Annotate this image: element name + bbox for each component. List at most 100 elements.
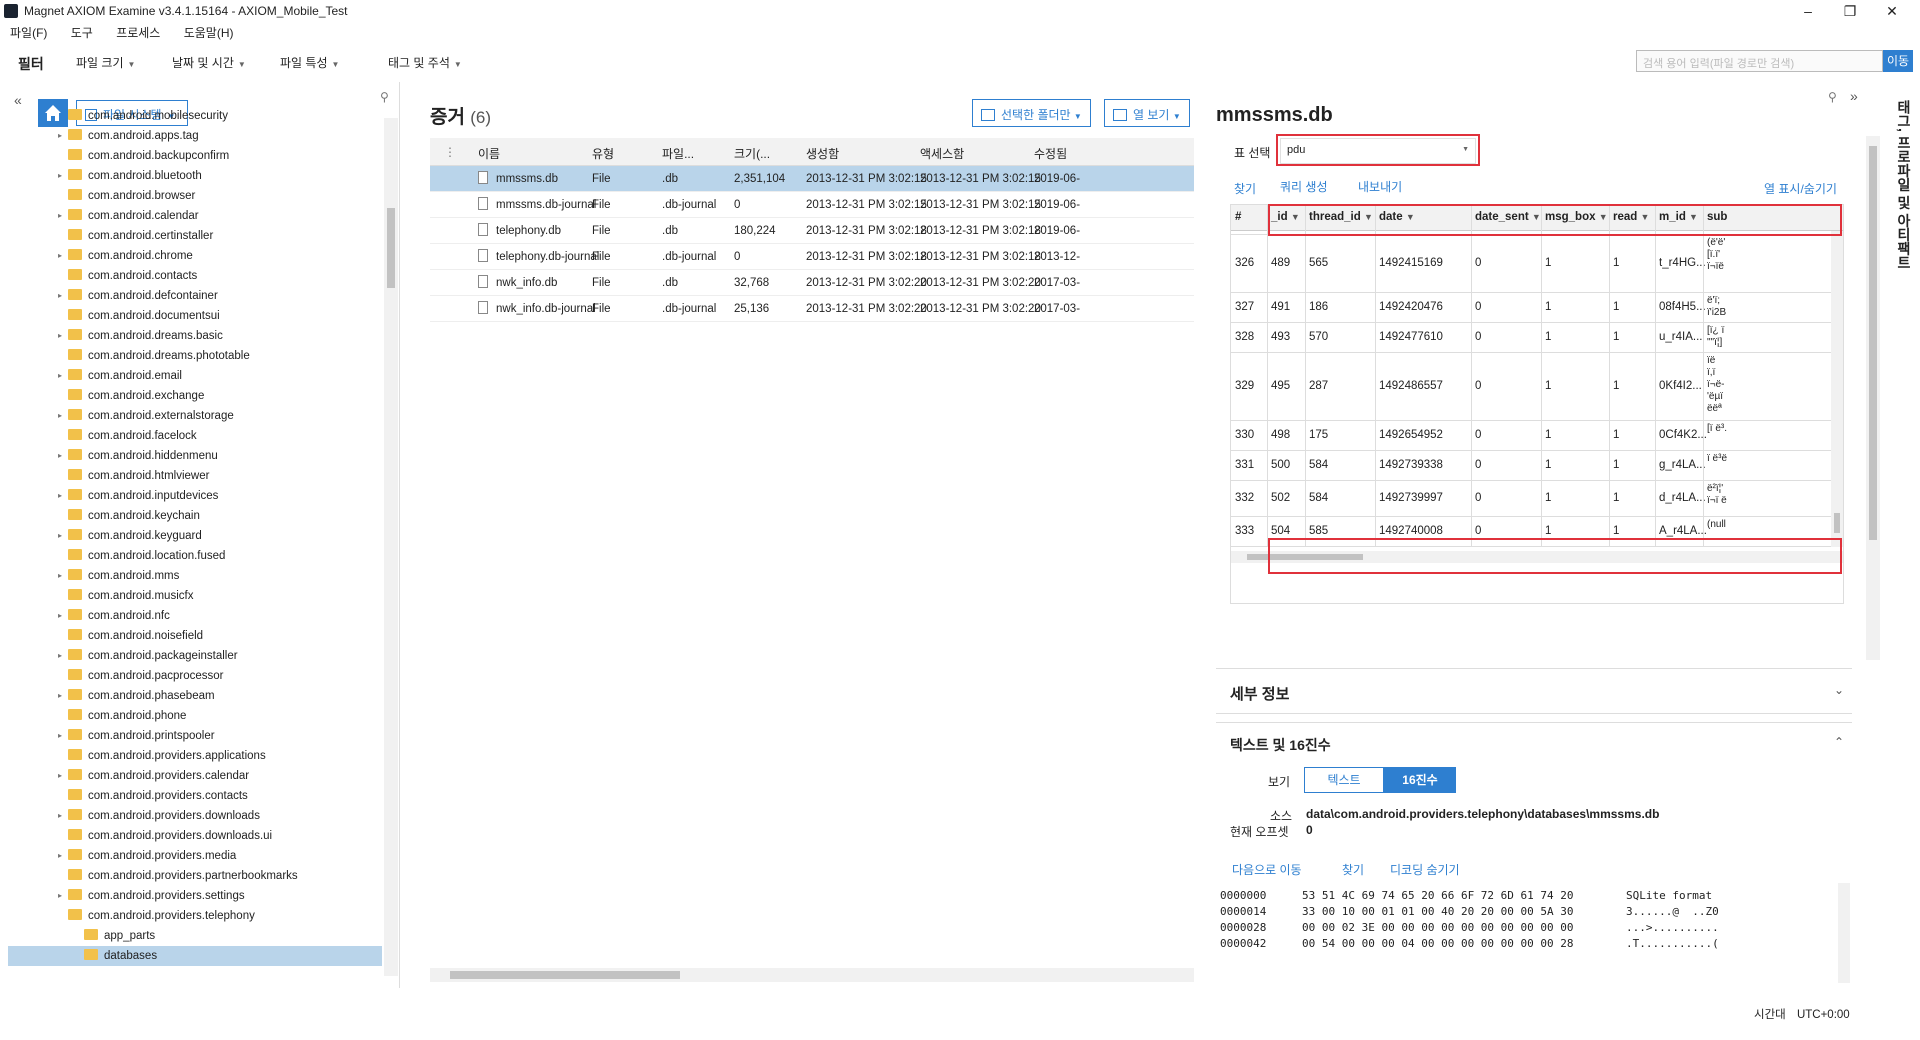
decode-hide-link[interactable]: 디코딩 숨기기 xyxy=(1390,861,1460,878)
search-go-button[interactable]: 이동 xyxy=(1883,50,1913,72)
col-name[interactable]: 이름 xyxy=(478,145,500,162)
selected-folder-only-button[interactable]: 선택한 폴더만 ▼ xyxy=(972,99,1091,127)
pin-icon[interactable]: ⚲ xyxy=(1828,90,1837,104)
tree-item[interactable]: ▸ com.android.bluetooth xyxy=(58,166,202,186)
expand-arrow-icon[interactable]: ▸ xyxy=(58,566,62,586)
grid-vscrollbar[interactable] xyxy=(1831,231,1843,547)
grid-row[interactable]: 332 502 584 1492739997 0 1 1 d_r4LA... ë²ï¦' ï¬ï… xyxy=(1231,481,1843,517)
grid-row[interactable]: 326 489 565 1492415169 0 1 1 t_r4HG... (ë'ë' [ï.… xyxy=(1231,235,1843,293)
tree-subitem[interactable]: app_parts xyxy=(78,926,155,946)
goto-link[interactable]: 다음으로 이동 xyxy=(1232,861,1302,878)
hex-find-link[interactable]: 찾기 xyxy=(1342,861,1364,878)
tree-item[interactable]: com.android.providers.downloads.ui xyxy=(62,826,272,846)
evidence-row[interactable]: nwk_info.db File .db 32,768 2013-12-31 PM 3:… xyxy=(430,270,1194,296)
expand-arrow-icon[interactable]: ▸ xyxy=(58,646,62,666)
grid-row[interactable]: 329 495 287 1492486557 0 1 1 0Kf4I2... ïë ï,ï ï¬… xyxy=(1231,353,1843,421)
tree-item[interactable]: com.android.htmlviewer xyxy=(62,466,209,486)
tree-item[interactable]: ▸ com.android.providers.settings xyxy=(58,886,245,906)
evidence-row[interactable]: telephony.db-journal File .db-journal 0 2013… xyxy=(430,244,1194,270)
tree-item[interactable]: com.android.providers.applications xyxy=(62,746,266,766)
menu-tools[interactable]: 도구 xyxy=(71,24,93,41)
tree-item[interactable]: com.android.providers.contacts xyxy=(62,786,248,806)
tree-item[interactable]: com.android.backupconfirm xyxy=(62,146,229,166)
expand-arrow-icon[interactable]: ▸ xyxy=(58,406,62,426)
expand-arrow-icon[interactable]: ▸ xyxy=(58,246,62,266)
tree-subitem[interactable]: databases xyxy=(8,946,382,966)
query-link[interactable]: 쿼리 생성 xyxy=(1280,178,1328,195)
file-size-filter[interactable]: 파일 크기 ▼ xyxy=(76,54,135,71)
hex-scrollbar[interactable] xyxy=(1838,883,1850,983)
expand-arrow-icon[interactable]: ▸ xyxy=(58,126,62,146)
tree-item[interactable]: com.android.providers.partnerbookmarks xyxy=(62,866,298,886)
side-tab-artifacts[interactable]: 태그, 프로파일 및 아티팩트 xyxy=(1890,100,1914,360)
tree-item[interactable]: ▸ com.android.keyguard xyxy=(58,526,202,546)
date-time-filter[interactable]: 날짜 및 시간 ▼ xyxy=(172,54,246,71)
detail-scrollbar[interactable] xyxy=(1866,136,1880,660)
tree-scroll-thumb[interactable] xyxy=(387,208,395,288)
tree-item[interactable]: ▸ com.android.defcontainer xyxy=(58,286,218,306)
evidence-row[interactable]: mmssms.db-journal File .db-journal 0 2013-12… xyxy=(430,192,1194,218)
hex-text[interactable]: 3......@ ..Z0 xyxy=(1626,905,1719,918)
tree-item[interactable]: ▸ com.android.email xyxy=(58,366,182,386)
grid-row[interactable]: 330 498 175 1492654952 0 1 1 0Cf4K2... [ï ë³. xyxy=(1231,421,1843,451)
tree-item[interactable]: com.android.providers.telephony xyxy=(62,906,255,926)
collapse-left-icon[interactable]: « xyxy=(14,92,22,108)
tab-hex[interactable]: 16진수 xyxy=(1384,767,1456,793)
tree-item[interactable]: com.android.mobilesecurity xyxy=(62,106,228,126)
file-attr-filter[interactable]: 파일 특성 ▼ xyxy=(280,54,339,71)
tree-item[interactable]: com.android.noisefield xyxy=(62,626,203,646)
evidence-row[interactable]: telephony.db File .db 180,224 2013-12-31 PM … xyxy=(430,218,1194,244)
menu-help[interactable]: 도움말(H) xyxy=(184,24,234,41)
tree-item[interactable]: ▸ com.android.phasebeam xyxy=(58,686,215,706)
tree-item[interactable]: com.android.location.fused xyxy=(62,546,225,566)
collapse-chevron-icon[interactable]: ⌃ xyxy=(1834,735,1844,749)
minimize-button[interactable]: – xyxy=(1788,2,1828,20)
expand-arrow-icon[interactable]: ▸ xyxy=(58,846,62,866)
hex-bytes[interactable]: 53 51 4C 69 74 65 20 66 6F 72 6D 61 74 2… xyxy=(1302,889,1574,902)
column-menu-icon[interactable]: ⋮ xyxy=(444,145,456,159)
tree-item[interactable]: ▸ com.android.providers.calendar xyxy=(58,766,249,786)
tags-filter[interactable]: 태그 및 주석 ▼ xyxy=(388,54,462,71)
grid-vscroll-thumb[interactable] xyxy=(1834,513,1840,533)
hex-text[interactable]: SQLite format xyxy=(1626,889,1712,902)
expand-arrow-icon[interactable]: ▸ xyxy=(58,366,62,386)
grid-row[interactable]: 327 491 186 1492420476 0 1 1 08f4H5... ë'ï; ï'i2… xyxy=(1231,293,1843,323)
tree-scrollbar[interactable] xyxy=(384,118,398,976)
tree-item[interactable]: ▸ com.android.externalstorage xyxy=(58,406,234,426)
expand-arrow-icon[interactable]: ▸ xyxy=(58,206,62,226)
tree-item[interactable]: ▸ com.android.printspooler xyxy=(58,726,215,746)
grid-row[interactable]: 331 500 584 1492739338 0 1 1 g_r4LA... ï ë³ë xyxy=(1231,451,1843,481)
tree-item[interactable]: ▸ com.android.calendar xyxy=(58,206,199,226)
tree-item[interactable]: com.android.documentsui xyxy=(62,306,220,326)
evidence-row[interactable]: mmssms.db File .db 2,351,104 2013-12-31 PM 3… xyxy=(430,166,1194,192)
expand-arrow-icon[interactable]: ▸ xyxy=(58,686,62,706)
tree-item[interactable]: com.android.certinstaller xyxy=(62,226,213,246)
find-link[interactable]: 찾기 xyxy=(1234,180,1256,197)
tree-item[interactable]: ▸ com.android.apps.tag xyxy=(58,126,199,146)
tree-item[interactable]: ▸ com.android.mms xyxy=(58,566,179,586)
tab-text[interactable]: 텍스트 xyxy=(1304,767,1384,793)
expand-arrow-icon[interactable]: ▸ xyxy=(58,286,62,306)
expand-arrow-icon[interactable]: ▸ xyxy=(58,606,62,626)
tree-item[interactable]: ▸ com.android.providers.media xyxy=(58,846,236,866)
hex-text[interactable]: ...>.......... xyxy=(1626,921,1719,934)
details-section[interactable]: 세부 정보 ⌄ xyxy=(1216,668,1852,714)
tree-item[interactable]: com.android.facelock xyxy=(62,426,197,446)
tree-item[interactable]: ▸ com.android.nfc xyxy=(58,606,170,626)
tree-item[interactable]: com.android.dreams.phototable xyxy=(62,346,250,366)
expand-arrow-icon[interactable]: ▸ xyxy=(58,806,62,826)
tree-item[interactable]: ▸ com.android.hiddenmenu xyxy=(58,446,218,466)
evidence-hscroll-thumb[interactable] xyxy=(450,971,680,979)
grid-col-header[interactable]: # xyxy=(1235,211,1241,223)
expand-arrow-icon[interactable]: ▸ xyxy=(58,326,62,346)
expand-arrow-icon[interactable]: ▸ xyxy=(58,886,62,906)
tree-item[interactable]: ▸ com.android.providers.downloads xyxy=(58,806,260,826)
tree-item[interactable]: ▸ com.android.chrome xyxy=(58,246,193,266)
expand-arrow-icon[interactable]: ▸ xyxy=(58,726,62,746)
col-ext[interactable]: 파일... xyxy=(662,145,694,162)
tree-item[interactable]: ▸ com.android.inputdevices xyxy=(58,486,218,506)
tree-item[interactable]: com.android.phone xyxy=(62,706,186,726)
hex-bytes[interactable]: 33 00 10 00 01 01 00 40 20 20 00 00 5A 3… xyxy=(1302,905,1574,918)
grid-row[interactable]: 328 493 570 1492477610 0 1 1 u_r4IA... [ï¿ ï ""ï… xyxy=(1231,323,1843,353)
expand-arrow-icon[interactable]: ▸ xyxy=(58,486,62,506)
